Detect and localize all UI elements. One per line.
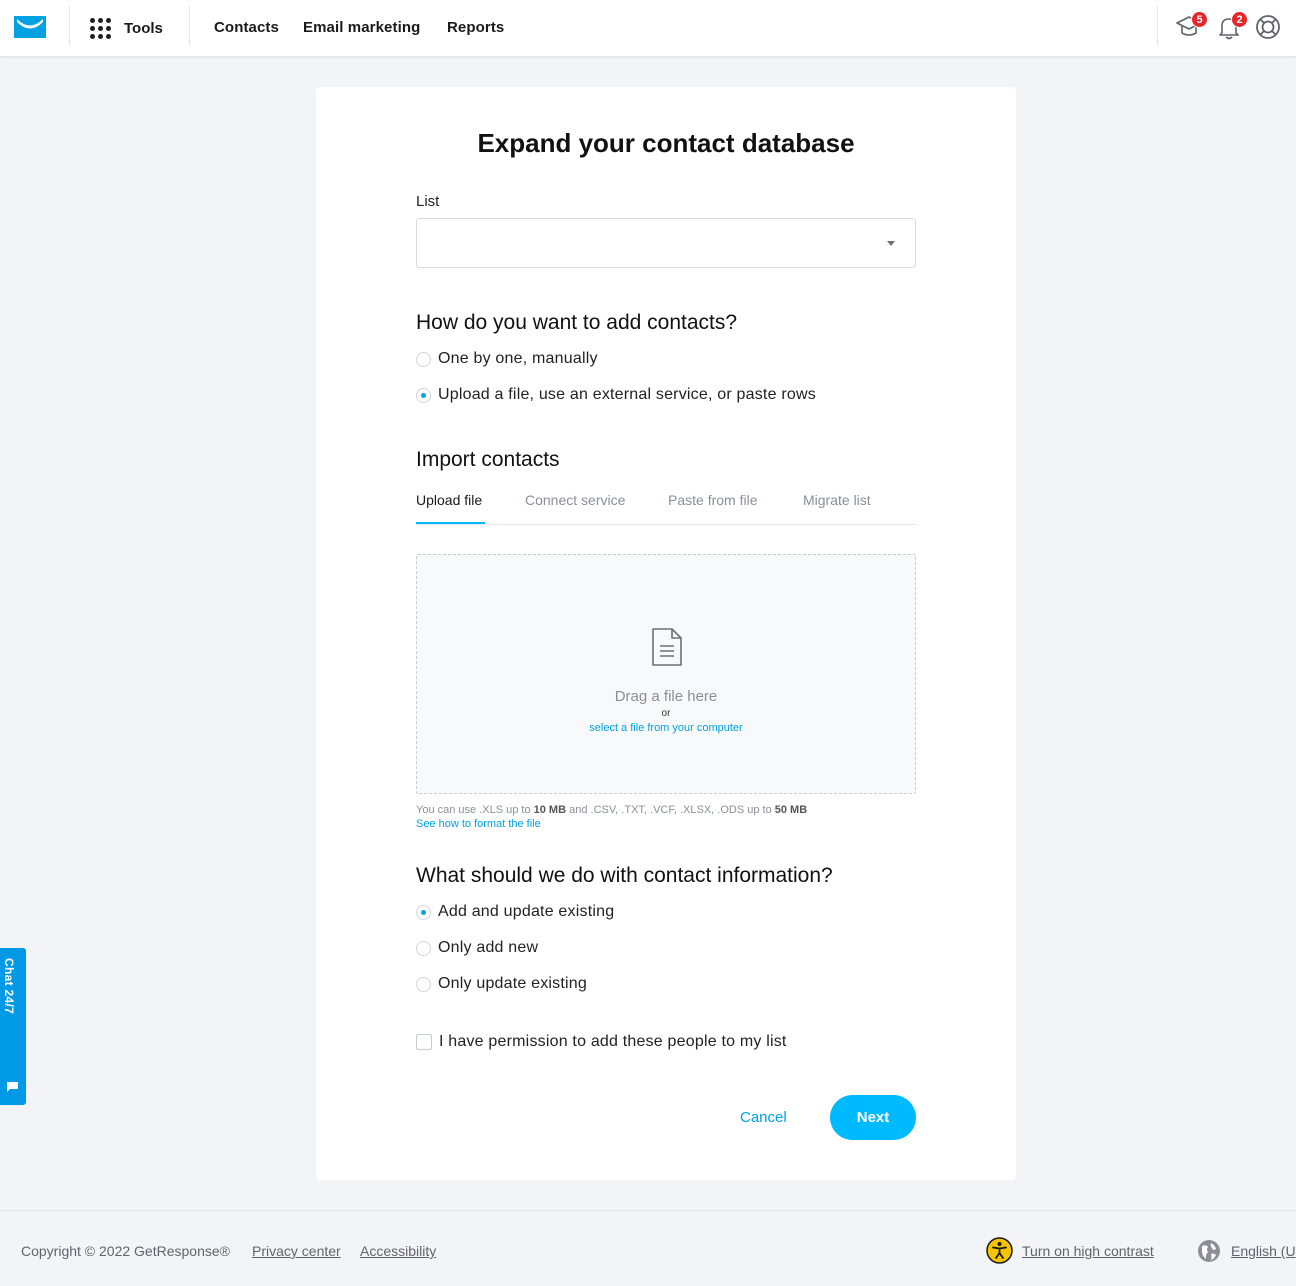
import-tabs: Upload file Connect service Paste from f… (416, 487, 916, 525)
file-dropzone[interactable]: Drag a file here or select a file from y… (416, 554, 916, 794)
radio-label: Only add new (438, 939, 539, 956)
copyright-text: Copyright © 2022 GetResponse® (21, 1243, 230, 1259)
drag-file-text: Drag a file here (614, 688, 718, 705)
globe-icon[interactable] (1197, 1239, 1221, 1263)
language-selector[interactable]: English (U (1231, 1243, 1296, 1259)
nav-reports[interactable]: Reports (447, 19, 504, 36)
footer: Copyright © 2022 GetResponse® Privacy ce… (0, 1210, 1296, 1286)
radio-add-and-update[interactable]: Add and update existing (416, 901, 614, 923)
radio-upload-file[interactable]: Upload a file, use an external service, … (416, 384, 816, 406)
format-help-link[interactable]: See how to format the file (416, 818, 541, 830)
add-contacts-card: Expand your contact database List How do… (316, 87, 1016, 1180)
divider (189, 6, 190, 46)
tab-paste-from-file[interactable]: Paste from file (668, 492, 757, 508)
accessibility-link[interactable]: Accessibility (360, 1243, 436, 1259)
learning-button[interactable]: 5 (1174, 11, 1208, 42)
import-contacts-heading: Import contacts (416, 448, 560, 471)
page-title: Expand your contact database (477, 128, 855, 158)
document-icon (652, 628, 682, 666)
select-file-link[interactable]: select a file from your computer (417, 722, 915, 734)
active-tab-indicator (416, 522, 485, 524)
permission-label: I have permission to add these people to… (439, 1033, 787, 1050)
chat-bubble-icon (7, 1082, 18, 1092)
accessibility-icon[interactable] (986, 1237, 1013, 1264)
tools-label: Tools (124, 19, 163, 37)
nav-email-marketing[interactable]: Email marketing (303, 19, 420, 36)
divider (69, 6, 70, 46)
radio-only-update[interactable]: Only update existing (416, 973, 587, 995)
xls-size-limit: 10 MB (533, 804, 567, 816)
radio-selected-icon (416, 387, 431, 403)
caret-down-icon (887, 241, 895, 246)
radio-label: One by one, manually (438, 350, 598, 367)
tab-upload-file[interactable]: Upload file (416, 492, 482, 508)
list-select[interactable] (416, 218, 916, 268)
radio-icon (416, 976, 431, 992)
contact-info-heading: What should we do with contact informati… (416, 864, 833, 887)
radio-icon (416, 940, 431, 956)
cancel-button[interactable]: Cancel (740, 1109, 787, 1126)
lifebuoy-icon (1256, 15, 1280, 39)
radio-only-add-new[interactable]: Only add new (416, 937, 538, 959)
hint-text: and .CSV, .TXT, .VCF, .XLSX, .ODS up to (569, 804, 772, 816)
notifications-button[interactable]: 2 (1214, 11, 1248, 42)
top-bar: Tools Contacts Email marketing Reports 5… (0, 0, 1296, 57)
file-format-hint: You can use .XLS up to 10 MB and .CSV, .… (416, 804, 807, 816)
how-add-heading: How do you want to add contacts? (416, 311, 738, 334)
chat-tab[interactable]: Chat 24/7 (0, 948, 26, 1105)
help-button[interactable] (1253, 12, 1283, 42)
list-label: List (416, 193, 440, 210)
radio-label: Only update existing (438, 975, 587, 992)
checkbox-icon (416, 1034, 432, 1050)
or-text: or (661, 708, 671, 719)
tab-connect-service[interactable]: Connect service (525, 492, 625, 508)
getresponse-logo-icon[interactable] (14, 16, 46, 38)
radio-selected-icon (416, 904, 431, 920)
high-contrast-link[interactable]: Turn on high contrast (1022, 1243, 1154, 1259)
divider (1157, 6, 1158, 46)
learning-badge: 5 (1191, 11, 1208, 28)
radio-icon (416, 351, 431, 367)
grid-dots-icon (90, 17, 111, 39)
chat-label: Chat 24/7 (2, 958, 16, 1015)
radio-label: Upload a file, use an external service, … (438, 386, 816, 403)
other-size-limit: 50 MB (774, 804, 808, 816)
radio-label: Add and update existing (438, 903, 615, 920)
permission-checkbox[interactable]: I have permission to add these people to… (416, 1031, 787, 1053)
next-button[interactable]: Next (830, 1095, 916, 1140)
privacy-center-link[interactable]: Privacy center (252, 1243, 341, 1259)
tab-migrate-list[interactable]: Migrate list (803, 492, 871, 508)
hint-text: You can use .XLS up to (416, 804, 531, 816)
nav-contacts[interactable]: Contacts (214, 19, 279, 36)
notifications-badge: 2 (1231, 11, 1248, 28)
radio-one-by-one[interactable]: One by one, manually (416, 348, 598, 370)
tools-menu-button[interactable]: Tools (90, 15, 163, 41)
